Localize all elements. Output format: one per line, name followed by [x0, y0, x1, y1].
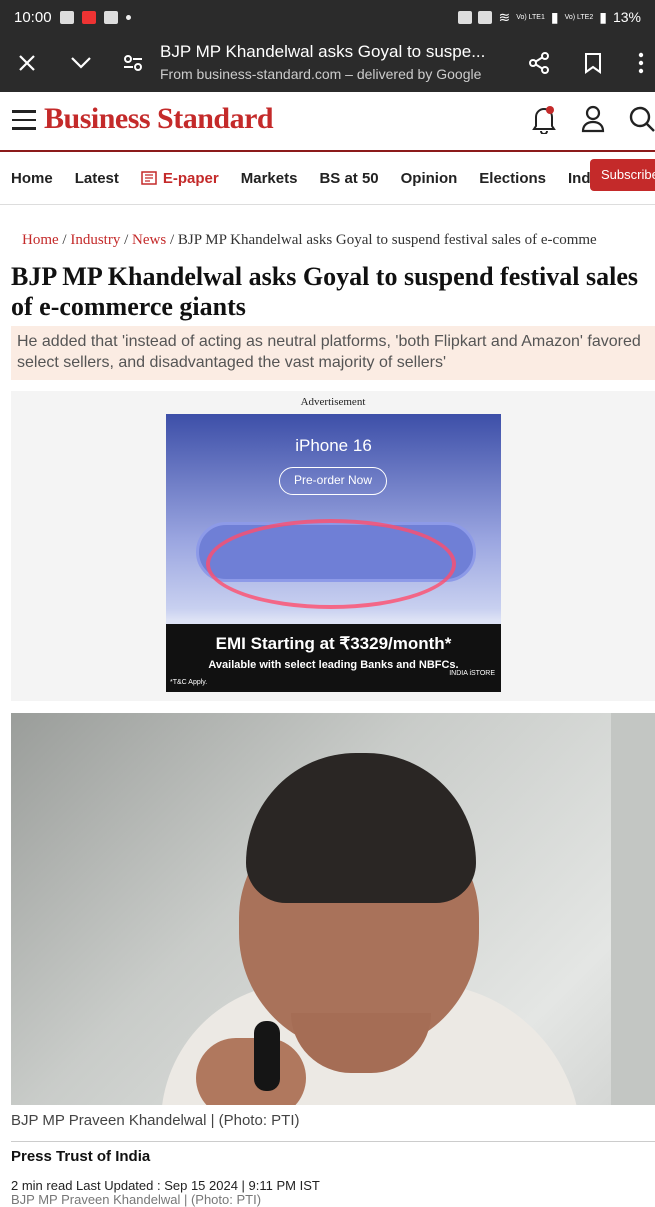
wifi-icon: ≋	[498, 8, 511, 25]
share-icon[interactable]	[524, 48, 554, 78]
alert-icon	[103, 10, 118, 24]
article-photo	[11, 713, 655, 1105]
tab-title: BJP MP Khandelwal asks Goyal to suspe...	[160, 42, 486, 61]
breadcrumb-separator: /	[169, 232, 175, 248]
breadcrumb-current: BJP MP Khandelwal asks Goyal to suspend …	[177, 232, 597, 248]
more-options-icon[interactable]	[626, 48, 655, 78]
breadcrumb: Home / Industry / News / BJP MP Khandelw…	[22, 232, 652, 249]
alarm-icon	[478, 10, 493, 24]
nav-item-latest[interactable]: Latest	[75, 170, 119, 187]
newspaper-icon	[141, 171, 157, 185]
nav-item-bs-at-50[interactable]: BS at 50	[319, 170, 378, 187]
close-icon[interactable]	[12, 48, 42, 78]
nav-item-markets[interactable]: Markets	[241, 170, 298, 187]
battery-saver-icon	[458, 10, 473, 24]
ad-preorder-button[interactable]: Pre-order Now	[279, 467, 387, 495]
breadcrumb-home[interactable]: Home	[22, 232, 59, 248]
gallery-icon	[59, 10, 74, 24]
pdf-icon	[81, 10, 96, 24]
ad-offer-band: EMI Starting at ₹3329/month* Available w…	[166, 624, 501, 692]
signal-bars-icon: ▮	[599, 8, 607, 25]
user-account-icon[interactable]	[580, 104, 610, 134]
chevron-down-icon[interactable]	[66, 48, 96, 78]
status-bar: 10:00 ≋ Vo) LTE1 ▮ Vo) LTE2 ▮ 13%	[0, 0, 655, 34]
ad-title: iPhone 16	[295, 436, 372, 455]
nav-item-home[interactable]: Home	[11, 170, 53, 187]
notification-bell-icon[interactable]	[530, 104, 560, 135]
nav-item-opinion[interactable]: Opinion	[401, 170, 458, 187]
article-updated: 2 min read Last Updated : Sep 15 2024 | …	[11, 1178, 320, 1193]
microphone	[254, 1021, 280, 1091]
tab-subtitle: From business-standard.com – delivered b…	[160, 66, 482, 82]
photo-caption: BJP MP Praveen Khandelwal | (Photo: PTI)	[11, 1112, 300, 1129]
article-headline: BJP MP Khandelwal asks Goyal to suspend …	[11, 262, 638, 321]
nav-divider	[0, 204, 655, 205]
bookmark-icon[interactable]	[578, 48, 608, 78]
breadcrumb-separator: /	[62, 232, 67, 248]
custom-tab-toolbar: BJP MP Khandelwal asks Goyal to suspe...…	[0, 34, 655, 92]
battery-level: 13%	[612, 9, 641, 25]
status-time: 10:00	[14, 8, 52, 26]
article-byline[interactable]: Press Trust of India	[11, 1148, 150, 1165]
notification-dot-icon	[125, 14, 131, 20]
subscribe-button[interactable]: Subscribe	[590, 159, 655, 191]
ad-emi-text: EMI Starting at ₹3329/month*	[215, 634, 452, 653]
signal-bars-icon: ▮	[550, 8, 559, 25]
signal-1-label: Vo) LTE1	[516, 13, 545, 21]
breadcrumb-separator: /	[124, 232, 129, 248]
search-icon[interactable]	[628, 104, 655, 134]
ad-banner[interactable]: iPhone 16 Pre-order Now EMI Starting at …	[166, 414, 501, 692]
breadcrumb-industry[interactable]: Industry	[70, 232, 120, 248]
article-summary: He added that 'instead of acting as neut…	[11, 326, 655, 380]
byline-divider	[11, 1141, 655, 1142]
nav-item-epaper[interactable]: E-paper	[141, 170, 219, 187]
ad-store-logo: INDIA iSTORE	[449, 670, 495, 677]
ad-terms: *T&C Apply.	[170, 679, 208, 686]
redaction-scribble	[206, 519, 456, 609]
advertisement: Advertisement iPhone 16 Pre-order Now EM…	[11, 391, 655, 701]
nav-item-elections[interactable]: Elections	[479, 170, 546, 187]
site-header: Business Standard	[0, 92, 655, 150]
hamburger-menu-icon[interactable]	[12, 110, 36, 130]
main-nav: Home Latest E-paper Markets BS at 50 Opi…	[0, 152, 655, 204]
site-settings-icon[interactable]	[118, 48, 148, 78]
signal-2-label: Vo) LTE2	[564, 13, 594, 21]
ad-label: Advertisement	[300, 396, 366, 408]
nav-item-epaper-label: E-paper	[162, 169, 219, 187]
site-logo[interactable]: Business Standard	[44, 102, 274, 136]
breadcrumb-news[interactable]: News	[132, 232, 166, 248]
